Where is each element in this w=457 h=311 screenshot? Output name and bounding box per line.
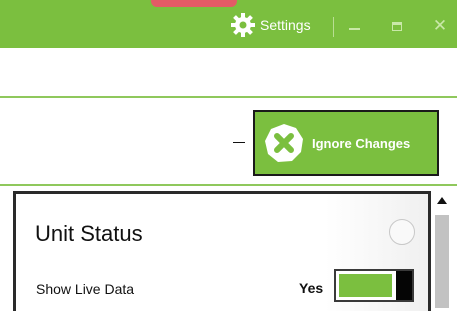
show-live-data-value: Yes bbox=[299, 280, 324, 296]
status-indicator[interactable] bbox=[389, 219, 415, 245]
minimize-icon bbox=[348, 28, 360, 30]
minimize-button[interactable] bbox=[343, 15, 365, 37]
close-button[interactable]: ✕ bbox=[429, 15, 451, 37]
settings-label: Settings bbox=[260, 17, 311, 33]
show-live-data-label: Show Live Data bbox=[36, 281, 135, 297]
ignore-changes-button[interactable]: Ignore Changes bbox=[253, 110, 439, 176]
separator-dash bbox=[233, 142, 245, 143]
gear-icon bbox=[230, 12, 260, 38]
scroll-up-icon[interactable] bbox=[437, 197, 447, 204]
titlebar-separator bbox=[333, 17, 334, 37]
unit-status-panel: Unit Status Show Live Data Yes bbox=[13, 191, 431, 311]
settings-button[interactable]: Settings bbox=[230, 12, 311, 38]
panel-title: Unit Status bbox=[35, 221, 143, 246]
panel-scrollbar[interactable] bbox=[433, 191, 457, 308]
toggle-thumb[interactable] bbox=[396, 271, 412, 300]
x-circle-icon bbox=[264, 123, 304, 163]
toggle-fill bbox=[339, 274, 392, 297]
title-bar: Settings ✕ bbox=[0, 0, 457, 48]
maximize-icon bbox=[392, 21, 402, 31]
show-live-data-toggle[interactable] bbox=[334, 269, 414, 302]
ignore-changes-label: Ignore Changes bbox=[312, 135, 411, 151]
scroll-thumb[interactable] bbox=[435, 215, 449, 308]
top-accent-tab bbox=[151, 0, 237, 7]
maximize-button[interactable] bbox=[386, 15, 408, 37]
close-icon: ✕ bbox=[432, 15, 448, 36]
